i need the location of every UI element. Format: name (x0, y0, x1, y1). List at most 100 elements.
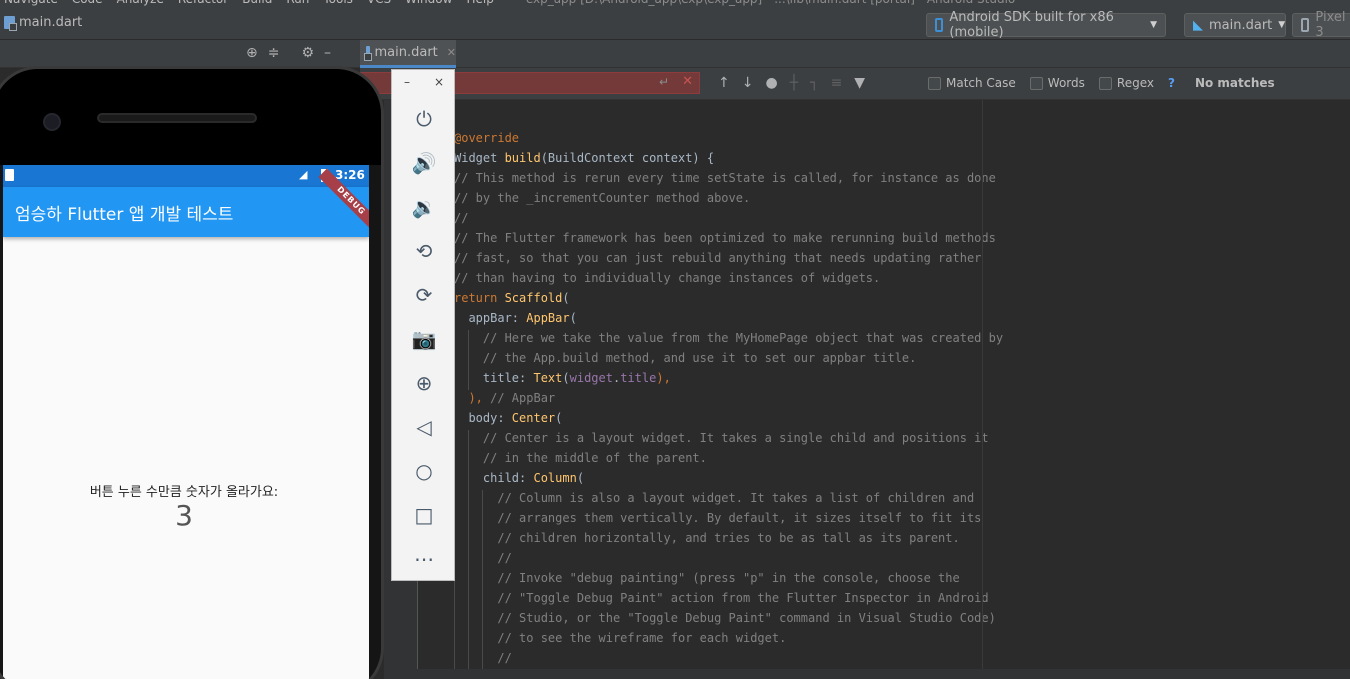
panel-tools: ⊕ ≑ ⚙ – (246, 45, 331, 61)
code-line: ), // AppBar (454, 391, 556, 405)
code-line: // by the _incrementCounter method above… (454, 191, 751, 205)
tab-main-dart[interactable]: main.dart ✕ (360, 40, 456, 68)
phone-icon (1301, 18, 1310, 32)
code-content: @override Widget build(BuildContext conte… (454, 128, 1003, 668)
remove-occurrence-icon[interactable]: ┐ (810, 75, 818, 91)
code-line: // Invoke "debug painting" (press "p" in… (454, 571, 960, 585)
code-line: // arranges them vertically. By default,… (454, 511, 982, 525)
rotate-right-icon[interactable]: ⟳ (392, 273, 456, 317)
flutter-icon: ◣ (1193, 17, 1203, 33)
file-breadcrumb[interactable]: main.dart (4, 15, 83, 31)
collapse-icon[interactable]: ≑ (268, 45, 280, 61)
phone-icon (935, 18, 944, 32)
close-icon[interactable]: ✕ (447, 46, 456, 59)
virtual-device-label: Pixel 3 (1315, 10, 1346, 40)
editor-tab-row: ⊕ ≑ ⚙ – main.dart ✕ (0, 40, 1350, 68)
counter-value: 3 (175, 499, 193, 532)
code-line: // (454, 211, 469, 225)
rotate-left-icon[interactable]: ⟲ (392, 229, 456, 273)
dart-file-icon (363, 46, 371, 61)
code-line: // "Toggle Debug Paint" action from the … (454, 591, 989, 605)
find-tools: ↑ ↓ ● ┼ ┐ ≡ ▼ (718, 75, 865, 91)
code-line: @override (454, 131, 520, 145)
code-line: title: Text(widget.title), (454, 371, 671, 385)
counter-label: 버튼 누른 수만큼 숫자가 올라가요: (89, 485, 279, 500)
filter-icon[interactable]: ▼ (854, 75, 865, 91)
checkbox-box (928, 76, 941, 90)
minimize-icon[interactable]: – (404, 75, 410, 89)
regex-checkbox[interactable]: Regex (1098, 76, 1154, 90)
camera-icon[interactable]: 📷 (392, 317, 456, 361)
zoom-icon[interactable]: ⊕ (392, 361, 456, 405)
clear-icon[interactable]: ✕ (682, 74, 693, 89)
overview-icon[interactable]: □ (392, 493, 456, 537)
code-line: // (454, 651, 512, 665)
device-dropdown-label: Android SDK built for x86 (mobile) (949, 10, 1114, 40)
regex-label: Regex (1116, 76, 1154, 90)
minimize-icon[interactable]: – (324, 45, 331, 61)
code-line: // fast, so that you can just rebuild an… (454, 251, 982, 265)
tab-label: main.dart (374, 45, 438, 60)
emulator-screen[interactable]: ◢ 3:26 엄승하 Flutter 앱 개발 테스트 DEBUG 버튼 누른 … (3, 165, 369, 679)
find-word-icon[interactable]: ● (765, 75, 777, 91)
code-line: // This method is rerun every time setSt… (454, 171, 996, 185)
arrow-down-icon[interactable]: ↓ (742, 75, 754, 91)
arrow-up-icon[interactable]: ↑ (718, 75, 730, 91)
code-line: // (454, 551, 512, 565)
code-line: // to see the wireframe for each widget. (454, 631, 787, 645)
run-config-dropdown[interactable]: ◣ main.dart ▼ (1184, 13, 1286, 37)
device-dropdown[interactable]: Android SDK built for x86 (mobile) ▼ (926, 10, 1166, 40)
emulator-toolbar: – × ⏻ 🔊 🔉 ⟲ ⟳ 📷 ⊕ ◁ ○ □ ⋯ (391, 69, 455, 581)
code-line: // than having to individually change in… (454, 271, 881, 285)
volume-up-icon[interactable]: 🔊 (392, 141, 456, 185)
newline-icon[interactable]: ↵ (659, 75, 669, 89)
code-line: // The Flutter framework has been optimi… (454, 231, 996, 245)
emulator-phone-frame: ◢ 3:26 엄승하 Flutter 앱 개발 테스트 DEBUG 버튼 누른 … (0, 66, 384, 679)
code-line: Widget build(BuildContext context) { (454, 151, 715, 165)
code-line: // in the middle of the parent. (454, 451, 707, 465)
navigation-bar: main.dart Android SDK built for x86 (mob… (0, 6, 1350, 40)
code-line: // the App.build method, and use it to s… (454, 351, 917, 365)
find-options: Match Case Words Regex ? No matches (928, 76, 1275, 90)
power-icon[interactable]: ⏻ (392, 97, 456, 141)
code-line: appBar: AppBar( (454, 311, 577, 325)
target-icon[interactable]: ⊕ (246, 45, 258, 61)
chevron-down-icon: ▼ (1278, 20, 1286, 30)
app-bar-title: 엄승하 Flutter 앱 개발 테스트 (15, 204, 234, 225)
select-all-occurrences-icon[interactable]: ≡ (831, 75, 843, 91)
match-case-checkbox[interactable]: Match Case (928, 76, 1016, 90)
android-status-bar: ◢ 3:26 (3, 165, 369, 187)
more-icon[interactable]: ⋯ (392, 537, 456, 581)
file-breadcrumb-label: main.dart (19, 15, 83, 30)
volume-down-icon[interactable]: 🔉 (392, 185, 456, 229)
back-icon[interactable]: ◁ (392, 405, 456, 449)
code-line: body: Center( (454, 411, 563, 425)
words-label: Words (1047, 76, 1085, 90)
code-line: // children horizontally, and tries to b… (454, 531, 960, 545)
regex-help-link[interactable]: ? (1168, 76, 1175, 90)
find-status: No matches (1194, 76, 1275, 90)
front-camera-icon (43, 113, 61, 131)
code-line: return Scaffold( (454, 291, 570, 305)
emulator-window-controls: – × (392, 70, 454, 89)
virtual-device-dropdown[interactable]: Pixel 3 (1292, 10, 1350, 40)
phone-bezel-top (0, 69, 381, 165)
checkbox-box (1029, 76, 1043, 90)
add-occurrence-icon[interactable]: ┼ (790, 75, 798, 91)
signal-icon: ◢ (299, 168, 308, 181)
sd-card-icon (5, 169, 14, 181)
close-icon[interactable]: × (434, 75, 444, 89)
emulator-button-list: ⏻ 🔊 🔉 ⟲ ⟳ 📷 ⊕ ◁ ○ □ ⋯ (392, 97, 454, 581)
app-bar: 엄승하 Flutter 앱 개발 테스트 DEBUG (3, 168, 369, 237)
gear-icon[interactable]: ⚙ (301, 45, 314, 61)
match-case-label: Match Case (946, 76, 1016, 90)
code-line: // Center is a layout widget. It takes a… (454, 431, 989, 445)
words-checkbox[interactable]: Words (1029, 76, 1085, 90)
home-icon[interactable]: ○ (392, 449, 456, 493)
horizontal-scrollbar[interactable] (384, 669, 1350, 679)
app-body: 버튼 누른 수만큼 숫자가 올라가요: 3 (3, 237, 369, 679)
code-line: // Column is also a layout widget. It ta… (454, 491, 975, 505)
code-editor[interactable]: @override Widget build(BuildContext conte… (384, 100, 1350, 670)
code-line: // Studio, or the "Toggle Debug Paint" c… (454, 611, 996, 625)
code-line: child: Column( (454, 471, 585, 485)
